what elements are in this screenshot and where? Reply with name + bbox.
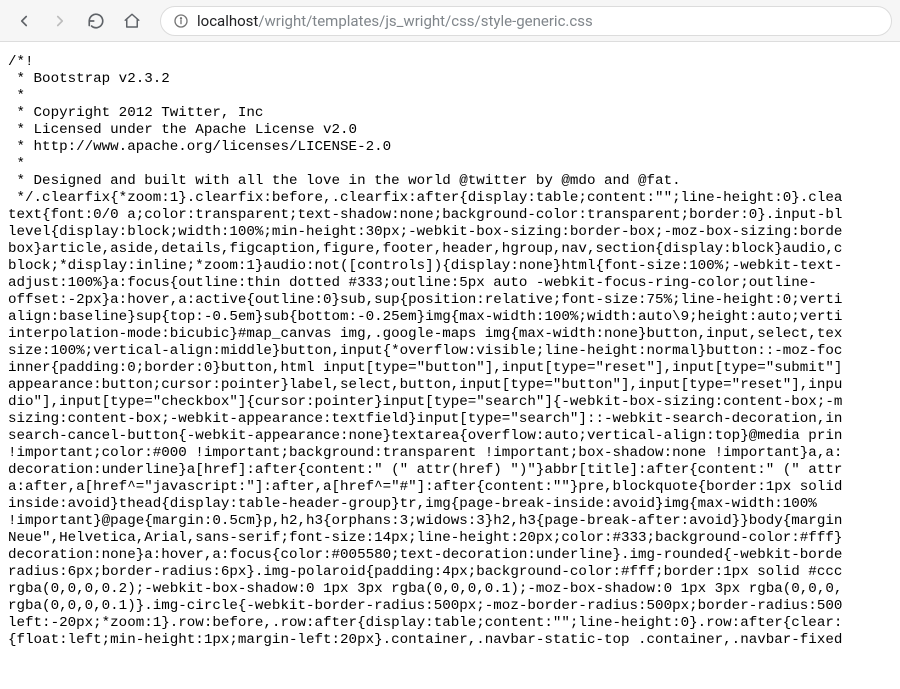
css-file-content: /*! * Bootstrap v2.3.2 * * Copyright 201… — [0, 42, 900, 657]
reload-icon — [87, 12, 105, 30]
reload-button[interactable] — [80, 5, 112, 37]
home-button[interactable] — [116, 5, 148, 37]
site-info-icon[interactable] — [173, 13, 189, 29]
address-bar[interactable]: localhost/wright/templates/js_wright/css… — [160, 6, 892, 36]
arrow-left-icon — [15, 12, 33, 30]
url-path: /wright/templates/js_wright/css/style-ge… — [258, 12, 592, 30]
back-button[interactable] — [8, 5, 40, 37]
forward-button[interactable] — [44, 5, 76, 37]
home-icon — [123, 12, 141, 30]
url-host: localhost — [197, 12, 258, 30]
url-text: localhost/wright/templates/js_wright/css… — [197, 12, 593, 30]
browser-toolbar: localhost/wright/templates/js_wright/css… — [0, 0, 900, 42]
arrow-right-icon — [51, 12, 69, 30]
